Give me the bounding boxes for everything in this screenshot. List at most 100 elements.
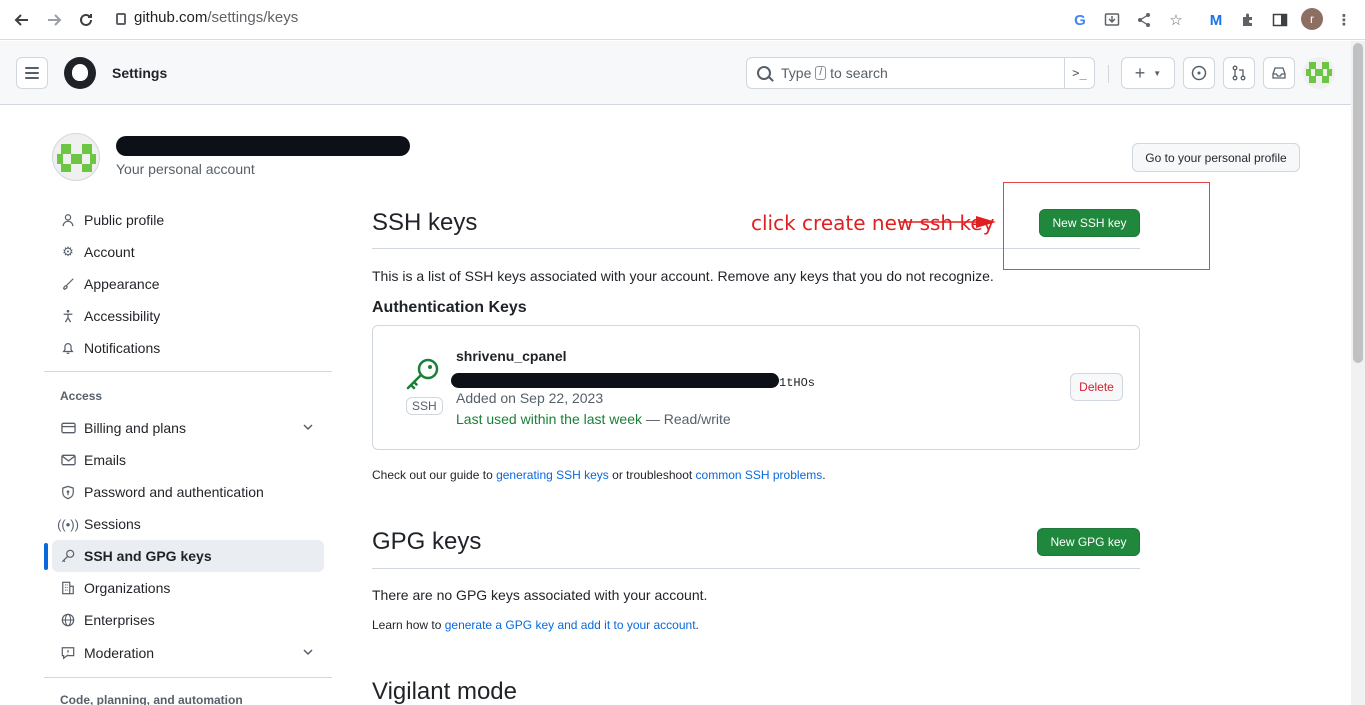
guide-suffix: . [822,468,826,482]
sidebar-item-enterprises[interactable]: Enterprises [52,604,324,636]
header-divider [1108,65,1109,83]
key-icon [60,548,76,564]
ssh-key-added-date: Added on Sep 22, 2023 [456,390,604,406]
guide-prefix: Check out our guide to [372,468,497,482]
lock-icon [116,12,126,25]
issues-button[interactable] [1183,57,1215,89]
sidebar-item-billing[interactable]: Billing and plans [52,412,324,444]
sidebar-label: Appearance [84,276,160,292]
new-gpg-key-button[interactable]: New GPG key [1037,528,1140,556]
page-context-title: Settings [112,65,168,81]
access-level-text: — Read/write [645,411,731,427]
extension-m-icon[interactable]: M [1206,10,1226,30]
accessibility-icon [60,308,76,324]
learn-suffix: . [695,618,699,632]
sidebar-label: Password and authentication [84,484,264,500]
gpg-learn-text: Learn how to generate a GPG key and add … [372,618,699,632]
section-divider [372,568,1140,569]
shield-lock-icon [60,484,76,500]
sidebar-label: Moderation [84,645,155,661]
search-input[interactable]: Type / to search >_ [746,57,1095,89]
go-to-profile-button[interactable]: Go to your personal profile [1132,143,1300,172]
inbox-button[interactable] [1263,57,1295,89]
inbox-icon [1272,67,1286,79]
bell-icon [60,340,76,356]
key-icon [406,358,439,390]
extensions-puzzle-icon[interactable] [1238,10,1258,30]
search-icon [757,66,771,80]
create-new-button[interactable]: + ▼ [1121,57,1175,89]
ssh-key-fingerprint: 1tHOs [451,371,816,390]
triangle-down-icon: ▼ [1153,68,1162,78]
sidebar-item-accessibility[interactable]: Accessibility [52,300,324,332]
sidebar-item-account[interactable]: ⚙ Account [52,236,324,268]
scrollbar-thumb[interactable] [1353,43,1363,363]
last-used-text: Last used within the last week [456,411,642,427]
sidebar-divider [44,371,332,372]
ssh-key-title: shrivenu_cpanel [456,348,567,364]
sidebar-item-emails[interactable]: Emails [52,444,324,476]
back-arrow-icon[interactable] [10,8,34,32]
bookmark-star-icon[interactable]: ☆ [1166,10,1186,30]
browser-profile-avatar[interactable]: r [1301,8,1323,30]
personal-account-label: Your personal account [116,161,255,177]
credit-card-icon [60,420,76,436]
sidebar-item-password-auth[interactable]: Password and authentication [52,476,324,508]
search-placeholder-start: Type [781,65,812,81]
install-icon[interactable] [1102,10,1122,30]
sidebar-item-appearance[interactable]: Appearance [52,268,324,300]
sidebar-item-organizations[interactable]: Organizations [52,572,324,604]
paintbrush-icon [60,276,76,292]
sidebar-item-ssh-gpg-keys[interactable]: SSH and GPG keys [52,540,324,572]
sidebar-label: Billing and plans [84,420,186,436]
ssh-type-label: SSH [406,397,443,415]
sidebar-label: SSH and GPG keys [84,548,212,564]
issue-opened-icon [1191,65,1207,81]
side-panel-icon[interactable] [1270,10,1290,30]
chevron-down-icon[interactable] [302,646,314,661]
command-palette-icon[interactable]: >_ [1064,58,1094,88]
mail-icon [60,452,76,468]
chevron-down-icon[interactable] [302,421,314,436]
github-logo-icon[interactable] [64,57,96,89]
reload-icon[interactable] [74,8,98,32]
ssh-guide-text: Check out our guide to generating SSH ke… [372,468,826,482]
person-icon [60,212,76,228]
sidebar-label: Emails [84,452,127,468]
sidebar-heading-code: Code, planning, and automation [60,693,243,705]
google-icon[interactable]: G [1070,10,1090,30]
sidebar-label: Notifications [84,340,161,356]
sidebar-item-public-profile[interactable]: Public profile [52,204,324,236]
kebab-menu-icon[interactable]: ⋮ [1334,10,1354,30]
delete-key-button[interactable]: Delete [1070,373,1123,401]
page-scrollbar[interactable] [1351,41,1365,705]
sidebar-label: Enterprises [84,612,155,628]
hamburger-menu-icon[interactable] [16,57,48,89]
generate-gpg-key-link[interactable]: generate a GPG key and add it to your ac… [445,618,696,632]
gear-icon: ⚙ [62,244,74,259]
sidebar-item-moderation[interactable]: Moderation [52,637,324,669]
broadcast-icon: ((•)) [57,516,79,532]
ssh-key-last-used: Last used within the last week — Read/wr… [456,411,731,427]
forward-arrow-icon[interactable] [42,8,66,32]
generating-ssh-keys-link[interactable]: generating SSH keys [496,468,609,482]
address-bar[interactable]: github.com/settings/keys [116,9,298,26]
share-icon[interactable] [1134,10,1154,30]
annotation-arrow-icon [900,216,996,228]
user-avatar[interactable] [1303,57,1335,89]
pull-requests-button[interactable] [1223,57,1255,89]
gpg-keys-heading: GPG keys [372,528,482,555]
sidebar-item-sessions[interactable]: ((•)) Sessions [52,508,324,540]
organization-icon [60,580,76,596]
vigilant-mode-heading: Vigilant mode [372,678,517,705]
github-header: Settings Type / to search >_ + ▼ [0,41,1351,105]
git-pull-request-icon [1232,65,1246,81]
search-shortcut-key: / [815,66,827,80]
fingerprint-tail: 1tHOs [779,376,816,390]
sidebar-item-notifications[interactable]: Notifications [52,332,324,364]
common-ssh-problems-link[interactable]: common SSH problems [696,468,823,482]
gpg-empty-text: There are no GPG keys associated with yo… [372,587,708,603]
profile-avatar [52,133,100,181]
globe-icon [60,612,76,628]
authentication-keys-heading: Authentication Keys [372,299,527,316]
